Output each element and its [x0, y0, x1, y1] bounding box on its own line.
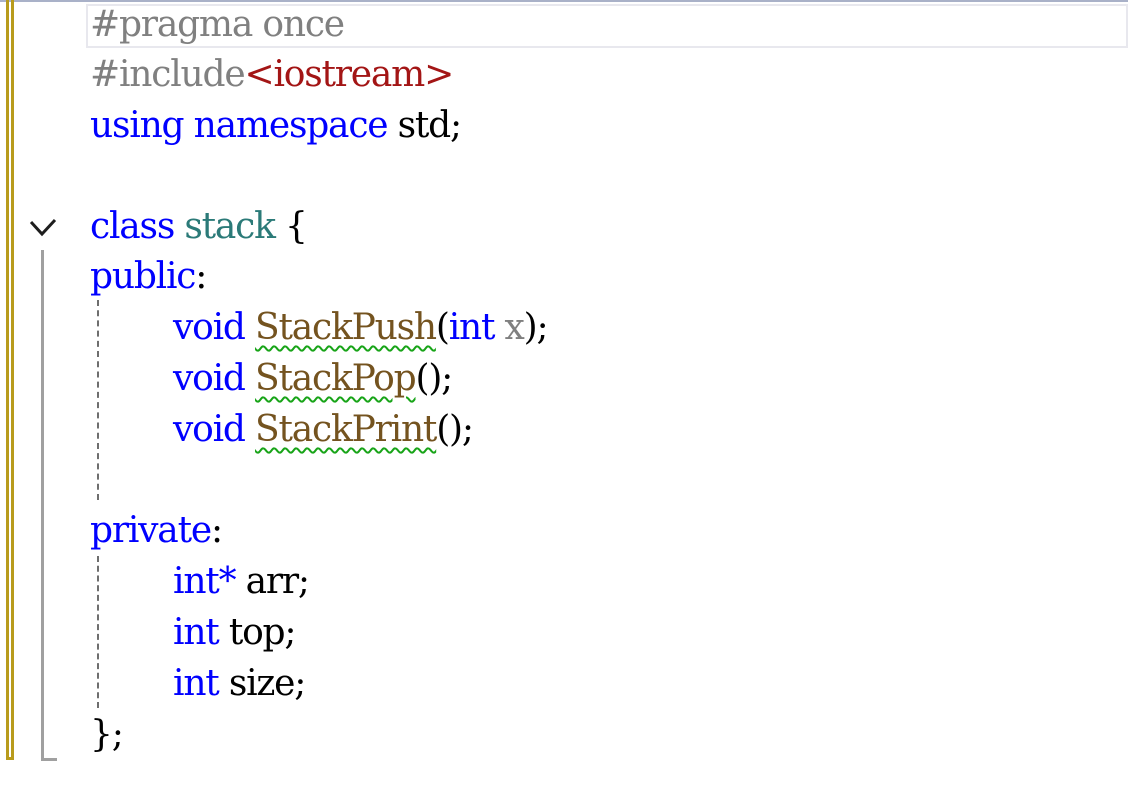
member-type: int* [173, 561, 237, 602]
change-tracking-bar [6, 0, 14, 760]
member-name: top [218, 612, 286, 653]
param-type: int [448, 307, 496, 348]
param-name: x [494, 307, 525, 348]
code-line-6[interactable]: public: [90, 252, 207, 302]
return-type: void [173, 409, 246, 450]
code-line-8[interactable]: void StackPop(); [90, 354, 453, 404]
open-brace: { [274, 206, 308, 247]
namespace-name: std [387, 105, 452, 146]
code-line-15[interactable]: }; [90, 710, 124, 760]
member-name: arr [235, 561, 299, 602]
code-line-11[interactable]: private: [90, 506, 223, 556]
access-specifier: private [90, 510, 212, 551]
function-name: StackPush [255, 307, 437, 348]
code-line-13[interactable]: int top; [90, 608, 297, 658]
code-line-7[interactable]: void StackPush(int x); [90, 303, 549, 353]
code-line-14[interactable]: int size; [90, 659, 306, 709]
chevron-down-icon[interactable] [28, 216, 58, 240]
semicolon: ; [294, 663, 306, 704]
semicolon: ; [450, 105, 462, 146]
code-line-5[interactable]: class stack { [90, 202, 308, 252]
parens: (); [436, 409, 474, 450]
include-header: <iostream> [244, 54, 454, 95]
access-specifier: public [90, 256, 196, 297]
member-name: size [218, 663, 296, 704]
function-name: StackPrint [255, 409, 437, 450]
code-line-1[interactable]: #pragma once [90, 0, 345, 50]
member-type: int [173, 612, 220, 653]
semicolon: ; [284, 612, 296, 653]
keyword: class [90, 206, 175, 247]
colon: : [195, 256, 207, 297]
code-line-3[interactable]: using namespace std; [90, 101, 462, 151]
member-type: int [173, 663, 220, 704]
keyword: using [90, 105, 185, 146]
code-line-9[interactable]: void StackPrint(); [90, 405, 474, 455]
paren-close: ); [523, 307, 549, 348]
preprocessor-directive: #include [90, 54, 246, 95]
preprocessor-directive: #pragma [90, 4, 253, 45]
paren-open: ( [435, 307, 450, 348]
outline-region-class [41, 250, 57, 761]
close-brace: }; [90, 714, 124, 755]
colon: : [210, 510, 223, 551]
class-name: stack [174, 206, 276, 247]
code-line-12[interactable]: int* arr; [90, 557, 310, 607]
return-type: void [173, 307, 246, 348]
code-editor[interactable]: #pragma once #include<iostream> using na… [0, 0, 1128, 789]
semicolon: ; [297, 561, 310, 602]
code-line-2[interactable]: #include<iostream> [90, 50, 454, 100]
return-type: void [173, 358, 246, 399]
keyword: namespace [183, 105, 389, 146]
function-name: StackPop [255, 358, 417, 399]
parens: (); [415, 358, 453, 399]
pragma-argument: once [252, 4, 345, 45]
